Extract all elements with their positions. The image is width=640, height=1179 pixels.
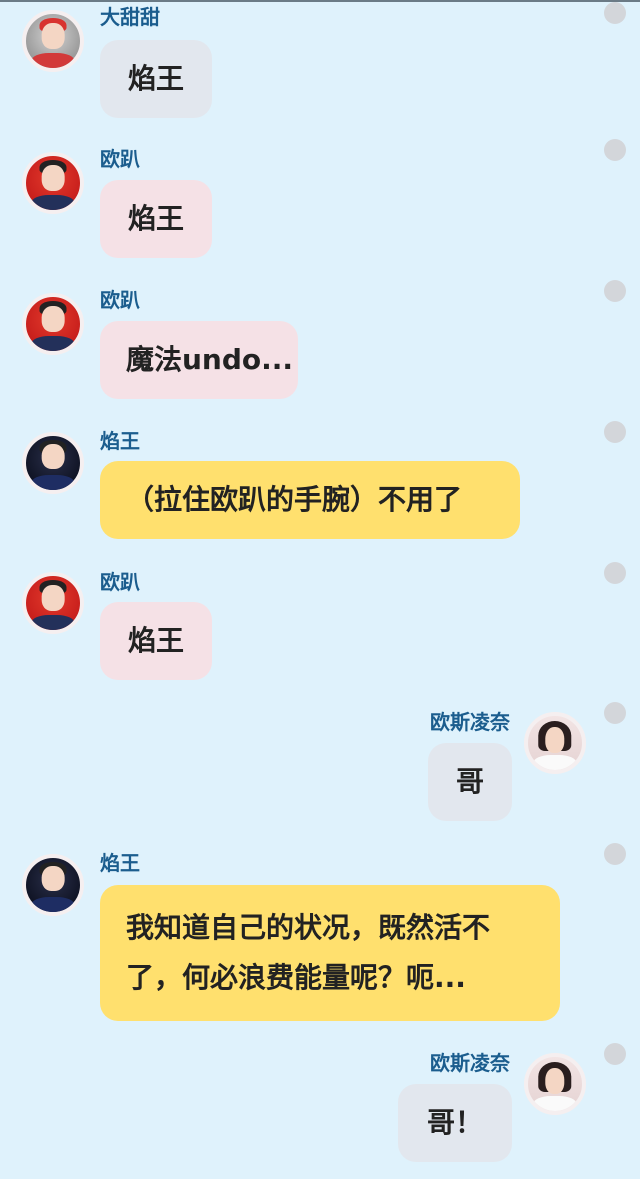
sender-name: 大甜甜 xyxy=(100,5,160,29)
sender-name: 焰王 xyxy=(100,429,140,453)
chat-message: 焰王 我知道自己的状况，既然活不 了，何必浪费能量呢？呃... xyxy=(0,843,640,1028)
avatar-body xyxy=(31,335,75,351)
more-options-icon[interactable] xyxy=(604,280,626,302)
avatar[interactable] xyxy=(22,293,84,355)
avatar[interactable] xyxy=(524,712,586,774)
avatar-face xyxy=(41,164,65,191)
avatar-face xyxy=(41,22,65,49)
avatar[interactable] xyxy=(524,1053,586,1115)
message-bubble[interactable]: （拉住欧趴的手腕）不用了 xyxy=(100,461,520,539)
avatar-face xyxy=(41,305,65,332)
sender-name: 欧趴 xyxy=(100,147,140,171)
message-line: 我知道自己的状况，既然活不 xyxy=(126,911,491,944)
avatar-body xyxy=(31,614,75,630)
sender-name: 欧趴 xyxy=(100,288,140,312)
message-line: 了，何必浪费能量呢？呃... xyxy=(126,961,466,994)
avatar-body xyxy=(533,754,577,770)
more-options-icon[interactable] xyxy=(604,843,626,865)
avatar[interactable] xyxy=(22,854,84,916)
message-bubble[interactable]: 我知道自己的状况，既然活不 了，何必浪费能量呢？呃... xyxy=(100,885,560,1021)
message-bubble[interactable]: 魔法undo... xyxy=(100,321,298,399)
sender-name: 欧斯凌奈 xyxy=(430,1051,510,1075)
avatar-body xyxy=(31,52,75,68)
avatar-face xyxy=(545,1067,565,1094)
message-bubble[interactable]: 焰王 xyxy=(100,602,212,680)
avatar[interactable] xyxy=(22,10,84,72)
sender-name: 欧斯凌奈 xyxy=(430,710,510,734)
avatar-face xyxy=(41,584,65,611)
more-options-icon[interactable] xyxy=(604,702,626,724)
avatar-face xyxy=(41,443,65,470)
chat-log: 大甜甜 焰王 欧趴 焰王 欧趴 魔法undo... 焰王 （拉住欧趴的手腕）不用… xyxy=(0,2,640,1177)
chat-message: 欧斯凌奈 哥 xyxy=(0,702,640,827)
sender-name: 欧趴 xyxy=(100,570,140,594)
avatar-face xyxy=(545,726,565,753)
chat-message: 欧斯凌奈 哥！ xyxy=(0,1043,640,1179)
more-options-icon[interactable] xyxy=(604,562,626,584)
avatar[interactable] xyxy=(22,152,84,214)
chat-message: 焰王 （拉住欧趴的手腕）不用了 xyxy=(0,421,640,546)
more-options-icon[interactable] xyxy=(604,139,626,161)
avatar[interactable] xyxy=(22,572,84,634)
chat-message: 欧趴 焰王 xyxy=(0,139,640,264)
avatar-body xyxy=(533,1095,577,1111)
chat-message: 欧趴 魔法undo... xyxy=(0,280,640,405)
message-bubble[interactable]: 焰王 xyxy=(100,180,212,258)
message-bubble[interactable]: 焰王 xyxy=(100,40,212,118)
chat-message: 大甜甜 焰王 xyxy=(0,2,640,122)
more-options-icon[interactable] xyxy=(604,1043,626,1065)
more-options-icon[interactable] xyxy=(604,421,626,443)
avatar-body xyxy=(31,474,75,490)
chat-message: 欧趴 焰王 xyxy=(0,562,640,687)
avatar-body xyxy=(31,896,75,912)
avatar[interactable] xyxy=(22,432,84,494)
message-bubble[interactable]: 哥 xyxy=(428,743,512,821)
message-bubble[interactable]: 哥！ xyxy=(398,1084,512,1162)
avatar-face xyxy=(41,865,65,892)
more-options-icon[interactable] xyxy=(604,2,626,24)
avatar-body xyxy=(31,194,75,210)
sender-name: 焰王 xyxy=(100,851,140,875)
